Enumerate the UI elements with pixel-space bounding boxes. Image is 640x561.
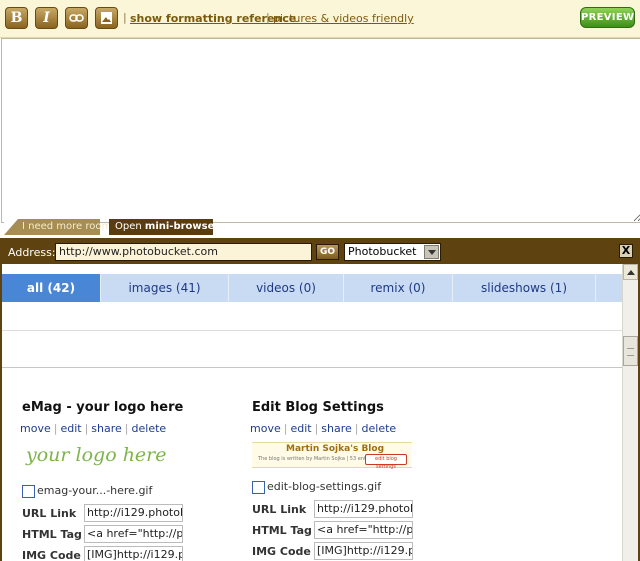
move-link[interactable]: move: [20, 422, 51, 435]
share-link[interactable]: share: [91, 422, 122, 435]
chevron-down-icon[interactable]: [424, 245, 439, 259]
img-code-label: IMG Code: [252, 545, 311, 558]
item-filename: edit-blog-settings.gif: [267, 480, 382, 493]
bold-button[interactable]: B: [5, 7, 28, 29]
item-filename: emag-your...-here.gif: [37, 484, 153, 497]
delete-link[interactable]: delete: [362, 422, 397, 435]
html-tag-label: HTML Tag: [252, 524, 312, 537]
action-separator: |: [314, 422, 319, 435]
tab-all[interactable]: all (42): [2, 274, 101, 302]
mini-browser-frame: all (42) images (41) videos (0) remix (0…: [2, 264, 638, 561]
formatting-toolbar: B I | show formatting reference | pictur…: [0, 0, 640, 38]
divider: [2, 330, 622, 331]
item-title: eMag - your logo here: [22, 400, 184, 415]
source-select-value: Photobucket: [348, 245, 417, 258]
thumbnail-edit-button: edit blog settings: [365, 454, 407, 470]
tab-remix[interactable]: remix (0): [344, 274, 453, 302]
action-separator: |: [53, 422, 58, 435]
action-separator: |: [84, 422, 89, 435]
item-checkbox[interactable]: [252, 480, 265, 494]
action-separator: |: [124, 422, 129, 435]
image-button[interactable]: [95, 7, 118, 29]
img-code-field[interactable]: [IMG]http://i129.photobucket: [314, 542, 413, 560]
need-more-room-tab[interactable]: I need more room: [4, 219, 111, 235]
thumbnail-blog-title: Martin Sojka's Blog: [286, 444, 385, 454]
show-formatting-reference-link[interactable]: show formatting reference: [130, 12, 296, 25]
url-link-field[interactable]: http://i129.photobucket.com: [84, 504, 183, 522]
html-tag-label: HTML Tag: [22, 528, 82, 541]
html-tag-field[interactable]: <a href="http://photobucket: [314, 521, 413, 539]
url-link-label: URL Link: [252, 503, 307, 516]
open-mini-browser-label: mini-browser: [144, 221, 220, 232]
link-button[interactable]: [65, 7, 88, 29]
item-title: Edit Blog Settings: [252, 400, 384, 415]
item-actions: move | edit | share | delete: [20, 422, 166, 435]
toolbar-separator: |: [123, 11, 127, 24]
pictures-videos-friendly-link[interactable]: pictures & videos friendly: [273, 12, 414, 25]
move-link[interactable]: move: [250, 422, 281, 435]
action-separator: |: [283, 422, 288, 435]
scroll-up-icon[interactable]: [623, 264, 638, 280]
url-link-label: URL Link: [22, 507, 77, 520]
html-tag-field[interactable]: <a href="http://photobucket: [84, 525, 183, 543]
close-mini-browser-button[interactable]: X: [619, 244, 633, 258]
item-thumbnail[interactable]: Martin Sojka's Blog The blog is written …: [252, 442, 412, 470]
item-checkbox[interactable]: [22, 484, 35, 498]
url-link-field[interactable]: http://i129.photobucket.com: [314, 500, 413, 518]
item-thumbnail[interactable]: your logo here: [26, 444, 167, 466]
img-code-label: IMG Code: [22, 549, 81, 561]
scrollbar-thumb[interactable]: [623, 336, 638, 366]
address-input[interactable]: http://www.photobucket.com: [55, 243, 312, 261]
address-label: Address:: [8, 246, 56, 259]
item-actions: move | edit | share | delete: [250, 422, 396, 435]
tab-images[interactable]: images (41): [101, 274, 229, 302]
item-select-row: edit-blog-settings.gif: [252, 480, 381, 494]
post-body-editor[interactable]: [1, 38, 640, 223]
mini-browser: Address: http://www.photobucket.com GO P…: [0, 238, 640, 561]
open-mini-browser-tab[interactable]: Open mini-browser: [109, 219, 219, 235]
source-select[interactable]: Photobucket: [344, 243, 441, 261]
tab-slideshows[interactable]: slideshows (1): [453, 274, 596, 302]
vertical-scrollbar[interactable]: [622, 264, 638, 561]
go-button[interactable]: GO: [316, 244, 339, 260]
media-tabs: all (42) images (41) videos (0) remix (0…: [2, 274, 622, 302]
image-icon: [101, 12, 112, 24]
link-icon: [69, 14, 84, 22]
edit-link[interactable]: edit: [60, 422, 81, 435]
open-mini-browser-prefix: Open: [115, 221, 142, 232]
preview-button[interactable]: PREVIEW: [580, 7, 635, 28]
delete-link[interactable]: delete: [132, 422, 167, 435]
divider: [2, 367, 622, 368]
item-select-row: emag-your...-here.gif: [22, 484, 152, 498]
share-link[interactable]: share: [321, 422, 352, 435]
italic-button[interactable]: I: [35, 7, 58, 29]
tab-videos[interactable]: videos (0): [229, 274, 344, 302]
toolbar-separator: |: [266, 11, 270, 24]
action-separator: |: [354, 422, 359, 435]
edit-link[interactable]: edit: [290, 422, 311, 435]
img-code-field[interactable]: [IMG]http://i129.photobucket: [84, 546, 183, 561]
